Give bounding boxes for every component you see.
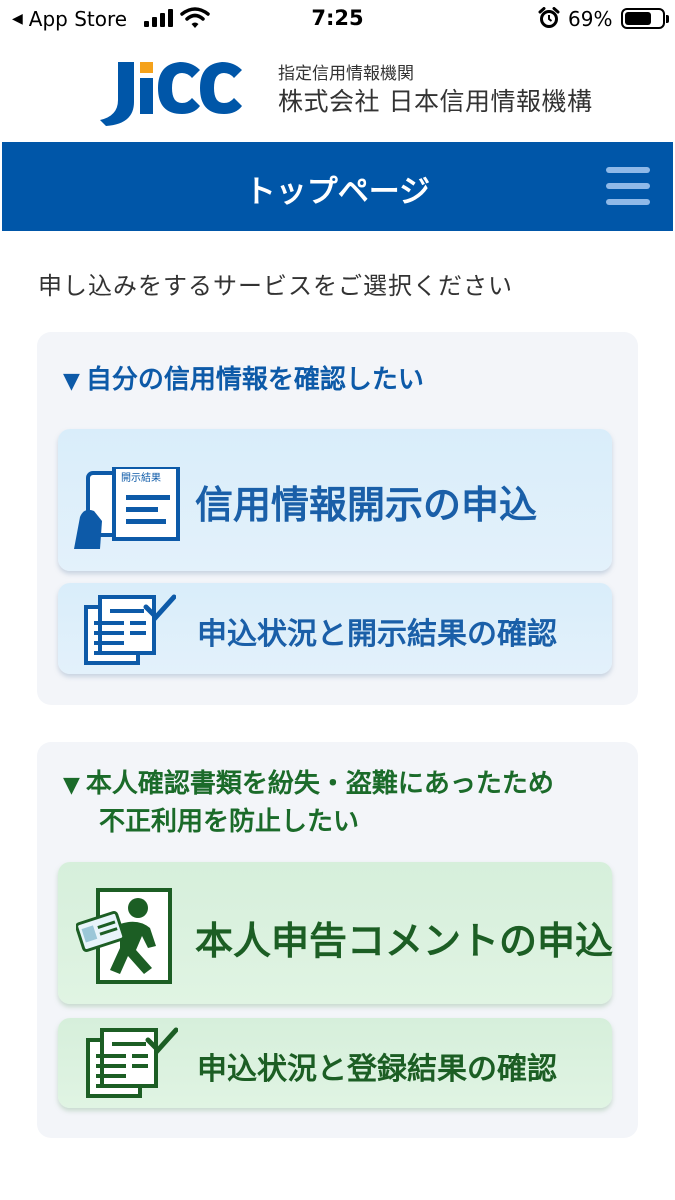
registration-status-check-button[interactable]: 申込状況と登録結果の確認	[58, 1018, 612, 1108]
button-label: 申込状況と登録結果の確認	[197, 1052, 557, 1087]
hamburger-menu-button[interactable]	[606, 167, 650, 205]
service-prompt: 申し込みをするサービスをご選択ください	[38, 272, 513, 300]
status-bar: ◀ App Store 7:25 69%	[0, 0, 675, 40]
battery-percent: 69%	[568, 7, 613, 31]
org-name: 株式会社 日本信用情報機構	[278, 87, 593, 116]
section-check-credit-info: ▼ 自分の信用情報を確認したい 開示結果 信用情報開示の申込 申込状況と開示結果の	[37, 332, 638, 705]
jicc-logo[interactable]	[96, 58, 246, 128]
nav-bar: トップページ	[2, 142, 673, 231]
documents-check-icon	[86, 1027, 178, 1098]
section-heading: ▼ 自分の信用情報を確認したい	[63, 365, 424, 395]
stolen-id-card-icon	[76, 888, 172, 984]
battery-icon	[621, 8, 669, 29]
triangle-down-icon: ▼	[63, 369, 80, 394]
alarm-icon	[538, 7, 560, 28]
triangle-down-icon: ▼	[63, 773, 80, 798]
svg-text:開示結果: 開示結果	[121, 471, 161, 484]
documents-check-icon	[84, 594, 176, 665]
button-label: 申込状況と開示結果の確認	[197, 617, 557, 652]
section-prevent-fraud: ▼ 本人確認書類を紛失・盗難にあったため 不正利用を防止したい 本人申告コメントの…	[37, 742, 638, 1138]
section-heading: ▼ 本人確認書類を紛失・盗難にあったため 不正利用を防止したい	[63, 769, 554, 837]
org-subtitle: 指定信用情報機関	[278, 64, 414, 84]
credit-disclosure-apply-button[interactable]: 開示結果 信用情報開示の申込	[58, 429, 612, 571]
page-title: トップページ	[244, 174, 431, 210]
site-header: 指定信用情報機関 株式会社 日本信用情報機構	[0, 40, 675, 142]
button-label: 本人申告コメントの申込	[195, 919, 614, 963]
self-report-comment-apply-button[interactable]: 本人申告コメントの申込	[58, 862, 614, 1004]
document-phone-icon: 開示結果	[74, 467, 180, 549]
button-label: 信用情報開示の申込	[195, 483, 538, 527]
disclosure-status-check-button[interactable]: 申込状況と開示結果の確認	[58, 583, 612, 674]
